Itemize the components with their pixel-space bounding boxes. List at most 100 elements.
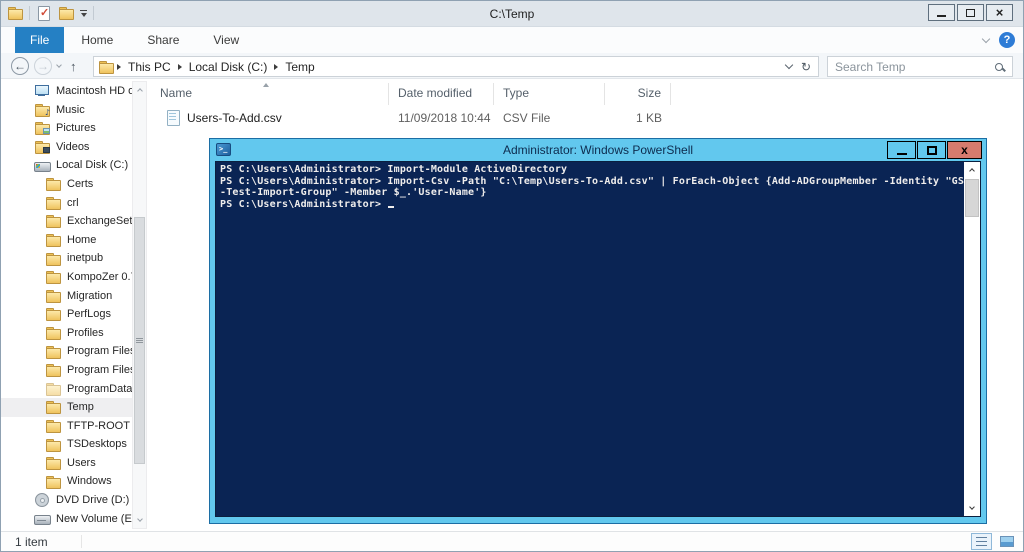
thumb-grip-icon [136,338,143,343]
sidebar-item-label: Local Disk (C:) [56,159,129,172]
sidebar-item-exchangesetuplogs[interactable]: ExchangeSetupLogs [1,212,132,231]
sidebar-item-temp[interactable]: Temp [1,398,132,417]
recent-locations-chevron-icon[interactable] [56,61,62,68]
sidebar-item-label: New Volume (E:) [56,512,132,525]
help-icon[interactable]: ? [999,32,1015,48]
sidebar-scrollbar[interactable] [132,81,147,529]
column-header-name[interactable]: Name [151,83,389,105]
folder-icon [45,195,61,211]
refresh-icon[interactable]: ↻ [801,60,811,74]
sidebar-item-programdata[interactable]: ProgramData [1,380,132,399]
breadcrumb: This PC Local Disk (C:) Temp [114,60,786,74]
breadcrumb-separator-icon [274,63,279,70]
search-input[interactable] [835,59,995,74]
ribbon: File Home Share View ? [1,27,1023,53]
console-cursor [388,199,395,208]
tab-share[interactable]: Share [130,27,196,53]
powershell-scrollbar[interactable] [964,162,980,516]
column-header-date-modified[interactable]: Date modified [389,83,494,105]
sidebar-item-local-disk-c[interactable]: Local Disk (C:) [1,156,132,175]
maximize-button[interactable] [957,4,984,21]
breadcrumb-item-this-pc[interactable]: This PC [128,60,171,74]
scroll-up-icon[interactable] [133,82,146,97]
sidebar-item-label: KompoZer 0.7.1 [67,270,132,283]
up-button[interactable]: ↑ [70,59,77,74]
sidebar-item-program-files[interactable]: Program Files [1,342,132,361]
breadcrumb-separator-icon [117,63,121,70]
sidebar-item-perflogs[interactable]: PerfLogs [1,305,132,324]
powershell-window[interactable]: Administrator: Windows PowerShell x PS C… [209,138,987,524]
folder-icon [45,344,61,360]
sidebar-item-profiles[interactable]: Profiles [1,324,132,343]
sidebar-item-pictures[interactable]: Pictures [1,119,132,138]
powershell-title-bar[interactable]: Administrator: Windows PowerShell [210,139,986,161]
back-button[interactable]: ← [11,57,29,75]
console-line: -Test-Import-Group" -Member $_.'User-Nam… [220,187,487,198]
powershell-close-button[interactable]: x [947,141,982,159]
powershell-minimize-button[interactable] [887,141,916,159]
sidebar-item-users[interactable]: Users [1,454,132,473]
scroll-down-icon[interactable] [964,501,980,516]
tab-view[interactable]: View [196,27,256,53]
sidebar-item-macintosh-hd-on[interactable]: Macintosh HD on [1,82,132,101]
navigation-pane: Macintosh HD on ♪ Music Pictures Videos Local… [1,79,132,531]
search-icon[interactable] [995,62,1003,71]
window-controls: × [928,4,1013,21]
sidebar-item-label: Migration [67,289,113,302]
thumbnails-view-button[interactable] [996,533,1017,550]
sidebar-item-label: Profiles [67,326,104,339]
folder-icon [45,325,61,341]
scrollbar-thumb[interactable] [134,217,145,464]
minimize-button[interactable] [928,4,955,21]
scroll-up-icon[interactable] [964,162,980,177]
sidebar-item-label: Macintosh HD on [56,85,132,97]
file-row-users-to-add-csv[interactable]: Users-To-Add.csv 11/09/2018 10:44 CSV File… [151,107,1023,128]
view-buttons [971,533,1017,550]
sidebar-item-kompozer-0-7-1[interactable]: KompoZer 0.7.1 [1,268,132,287]
sidebar-item-windows[interactable]: Windows [1,472,132,491]
sidebar-item-tftp-root[interactable]: TFTP-ROOT [1,417,132,436]
sidebar-item-label: Videos [56,140,90,153]
column-header-size[interactable]: Size [605,83,671,105]
breadcrumb-item-temp[interactable]: Temp [285,60,314,74]
sidebar-item-crl[interactable]: crl [1,194,132,213]
sidebar-item-inetpub[interactable]: inetpub [1,249,132,268]
sidebar-item-new-volume-e[interactable]: New Volume (E:) [1,510,132,529]
forward-button[interactable]: → [34,57,52,75]
details-view-button[interactable] [971,533,992,550]
sidebar-item-migration[interactable]: Migration [1,287,132,306]
address-bar[interactable]: This PC Local Disk (C:) Temp ↻ [93,56,819,77]
sidebar-item-label: ExchangeSetupLogs [67,215,132,228]
folder-pictures-icon [34,120,50,136]
sidebar-item-dvd-drive-d-ex[interactable]: DVD Drive (D:) EX [1,491,132,510]
scrollbar-thumb[interactable] [965,179,979,217]
breadcrumb-separator-icon [177,63,182,70]
sidebar-item-home[interactable]: Home [1,231,132,250]
file-name-cell: Users-To-Add.csv [151,109,389,126]
sort-ascending-icon [263,83,269,87]
sidebar-item-videos[interactable]: Videos [1,138,132,157]
sidebar-item-tsdesktops[interactable]: TSDesktops [1,435,132,454]
ps-console[interactable]: PS C:\Users\Administrator> Import-Module… [216,162,964,516]
details-view-icon [976,537,987,546]
sidebar-item-certs[interactable]: Certs [1,175,132,194]
sidebar-item-program-files-x86[interactable]: Program Files (x86) [1,361,132,380]
scroll-down-icon[interactable] [133,513,146,528]
expand-ribbon-chevron-icon[interactable] [981,34,991,43]
sidebar-item-label: inetpub [67,252,104,265]
location-folder-icon [98,59,114,75]
breadcrumb-item-local-disk-c[interactable]: Local Disk (C:) [189,60,268,74]
tab-file[interactable]: File [15,27,65,53]
address-dropdown-chevron-icon[interactable] [784,60,794,70]
address-bar-right: ↻ [784,60,814,74]
separator [81,535,82,548]
folder-icon [45,399,61,415]
powershell-maximize-button[interactable] [917,141,946,159]
close-button[interactable]: × [986,4,1013,21]
thumbnails-view-icon [999,536,1014,547]
folder-icon [45,213,61,229]
tab-home[interactable]: Home [64,27,130,53]
folder-icon [45,232,61,248]
column-header-type[interactable]: Type [494,83,605,105]
sidebar-item-music[interactable]: ♪ Music [1,101,132,120]
